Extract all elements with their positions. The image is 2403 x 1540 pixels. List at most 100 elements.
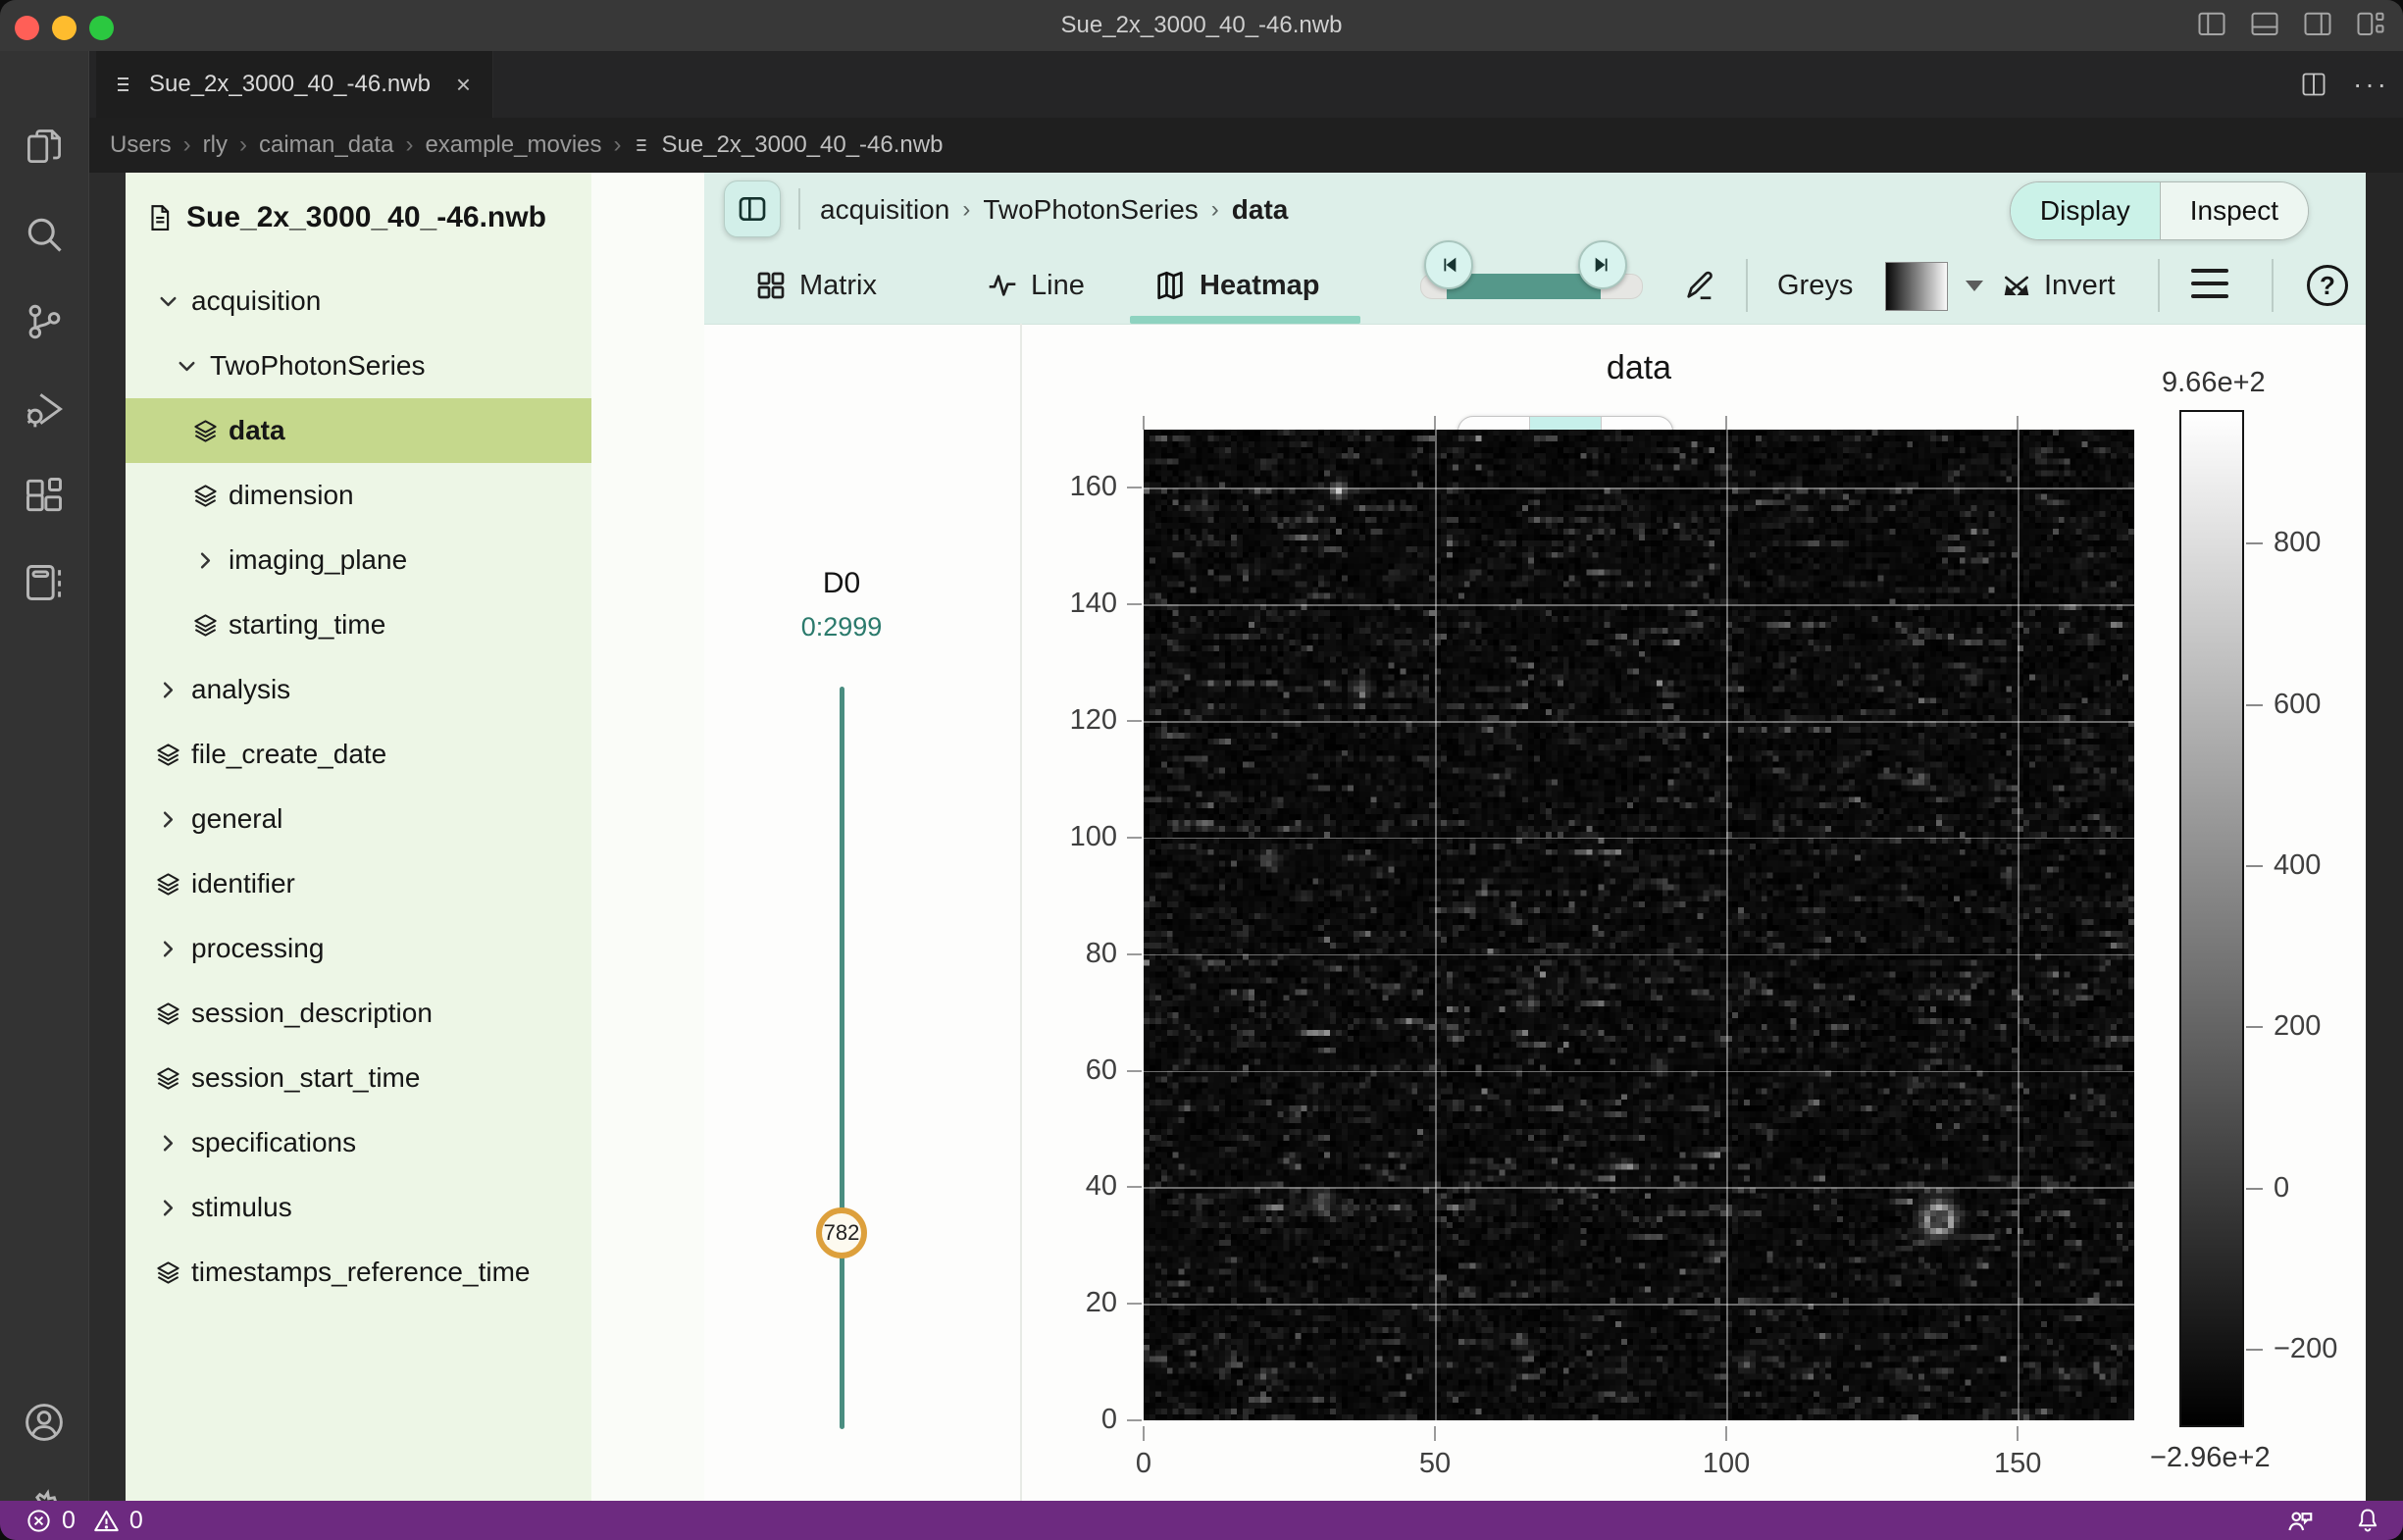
warning-icon (93, 1508, 120, 1534)
display-mode-button[interactable]: Display (2011, 182, 2161, 239)
x-tick-label: 100 (1703, 1448, 1750, 1480)
layers-icon (155, 742, 181, 768)
edit-pen-icon[interactable] (1683, 269, 1716, 302)
invert-button[interactable]: Invert (2001, 247, 2116, 324)
toggle-panel-icon[interactable] (2250, 10, 2279, 39)
tree-file-title: Sue_2x_3000_40_-46.nwb (186, 201, 546, 234)
breadcrumb-file[interactable]: Sue_2x_3000_40_-46.nwb (634, 131, 944, 159)
tree-item-processing[interactable]: processing (126, 916, 591, 981)
tab-heatmap[interactable]: Heatmap (1153, 247, 1320, 324)
tab-line-label: Line (1031, 270, 1085, 302)
colorbar-tick (2246, 704, 2263, 706)
y-tick (1127, 1303, 1142, 1305)
gridline-h (1144, 721, 2134, 723)
breadcrumb-segment[interactable]: Users (110, 131, 172, 159)
active-tab-underline (1130, 316, 1360, 324)
breadcrumb-segment[interactable]: rly (203, 131, 228, 159)
toggle-tree-button[interactable] (724, 180, 781, 237)
nwb-tree-panel: Sue_2x_3000_40_-46.nwb acquisitionTwoPho… (126, 173, 591, 1501)
account-icon[interactable] (23, 1401, 66, 1444)
y-tick (1127, 603, 1142, 605)
tree-item-imaging_plane[interactable]: imaging_plane (126, 528, 591, 592)
chevron-down-icon[interactable] (1966, 281, 1983, 291)
gridline-h (1144, 954, 2134, 956)
colormap-swatch[interactable] (1885, 262, 1948, 311)
gridline-v (1726, 430, 1728, 1420)
viewer-header: acquisition › TwoPhotonSeries › data Dis… (704, 173, 2366, 247)
editor-edge (2366, 173, 2403, 1501)
chevron-right-icon (192, 547, 219, 574)
frame-slider-handle[interactable]: 782 (816, 1207, 867, 1258)
range-start-handle[interactable] (1424, 240, 1473, 289)
more-actions-icon[interactable]: ··· (2353, 69, 2389, 100)
y-tick-label: 60 (1086, 1053, 1117, 1086)
plot-title: data (1144, 349, 2134, 387)
error-count: 0 (62, 1507, 76, 1535)
viewer-breadcrumb-segment[interactable]: acquisition (820, 194, 949, 226)
tree-item-session_start_time[interactable]: session_start_time (126, 1046, 591, 1110)
range-end-handle[interactable] (1578, 240, 1627, 289)
toggle-sidebar-icon[interactable] (2197, 10, 2226, 39)
viewer-breadcrumb: acquisition › TwoPhotonSeries › data (820, 173, 1288, 247)
tab-nwb-file[interactable]: Sue_2x_3000_40_-46.nwb × (96, 51, 493, 118)
toggle-secondary-sidebar-icon[interactable] (2303, 10, 2332, 39)
split-editor-icon[interactable] (2300, 71, 2327, 98)
y-tick (1127, 953, 1142, 955)
tree-item-label: starting_time (229, 609, 385, 641)
tree-item-stimulus[interactable]: stimulus (126, 1175, 591, 1240)
extensions-icon[interactable] (23, 474, 66, 517)
tree-item-starting_time[interactable]: starting_time (126, 592, 591, 657)
y-tick-label: 120 (1070, 704, 1117, 737)
panel-left-icon (737, 193, 768, 225)
grid-icon (755, 270, 787, 301)
x-tick (1725, 1426, 1727, 1441)
tree-item-specifications[interactable]: specifications (126, 1110, 591, 1175)
tree-item-data[interactable]: data (126, 398, 591, 463)
problems-status[interactable]: 0 0 (26, 1507, 143, 1535)
tree-item-acquisition[interactable]: acquisition (126, 269, 591, 334)
y-tick-label: 0 (1101, 1404, 1117, 1436)
chevron-right-icon: › (239, 131, 247, 159)
tree-item-general[interactable]: general (126, 787, 591, 851)
breadcrumb-segment[interactable]: caiman_data (259, 131, 393, 159)
colorbar-tick-label: −200 (2274, 1333, 2337, 1365)
tree-item-timestamps_reference_time[interactable]: timestamps_reference_time (126, 1240, 591, 1305)
tree-item-identifier[interactable]: identifier (126, 851, 591, 916)
x-tick-label: 150 (1994, 1448, 2041, 1480)
tree-item-session_description[interactable]: session_description (126, 981, 591, 1046)
tree-item-label: stimulus (191, 1192, 292, 1223)
tree-item-file_create_date[interactable]: file_create_date (126, 722, 591, 787)
search-icon[interactable] (23, 213, 66, 256)
tab-close-icon[interactable]: × (456, 70, 471, 100)
x-ticks-top (1144, 416, 2134, 430)
notebooks-icon[interactable] (23, 561, 66, 604)
tree-item-dimension[interactable]: dimension (126, 463, 591, 528)
viewer-toolbar: Matrix Line Heatmap Greys (704, 247, 2366, 325)
notifications-bell-icon[interactable] (2354, 1507, 2381, 1534)
divider (2158, 259, 2160, 312)
frame-slider[interactable] (840, 687, 844, 1429)
inspect-mode-button[interactable]: Inspect (2161, 182, 2308, 239)
feedback-icon[interactable] (2285, 1506, 2315, 1535)
y-tick-label: 80 (1086, 938, 1117, 970)
x-tick (1434, 1426, 1436, 1441)
y-tick (1127, 1070, 1142, 1072)
y-tick-label: 140 (1070, 588, 1117, 620)
viewer-breadcrumb-segment[interactable]: TwoPhotonSeries (983, 194, 1198, 226)
gridline-v (2018, 430, 2020, 1420)
tab-matrix[interactable]: Matrix (755, 247, 877, 324)
explorer-icon[interactable] (23, 126, 66, 169)
colorbar-tick (2246, 865, 2263, 867)
tree-item-analysis[interactable]: analysis (126, 657, 591, 722)
menu-icon[interactable] (2191, 269, 2228, 307)
tree-item-TwoPhotonSeries[interactable]: TwoPhotonSeries (126, 334, 591, 398)
frame-slider-range: 0:2999 (783, 612, 900, 642)
run-debug-icon[interactable] (23, 387, 66, 431)
tab-line[interactable]: Line (987, 247, 1085, 324)
vscode-window: Sue_2x_3000_40_-46.nwb Sue_2x_3000_40_-4… (0, 0, 2403, 1540)
breadcrumb-segment[interactable]: example_movies (425, 131, 601, 159)
chevron-right-icon: › (1211, 196, 1219, 224)
customize-layout-icon[interactable] (2356, 10, 2385, 39)
help-button[interactable]: ? (2307, 265, 2348, 306)
source-control-icon[interactable] (23, 300, 66, 343)
